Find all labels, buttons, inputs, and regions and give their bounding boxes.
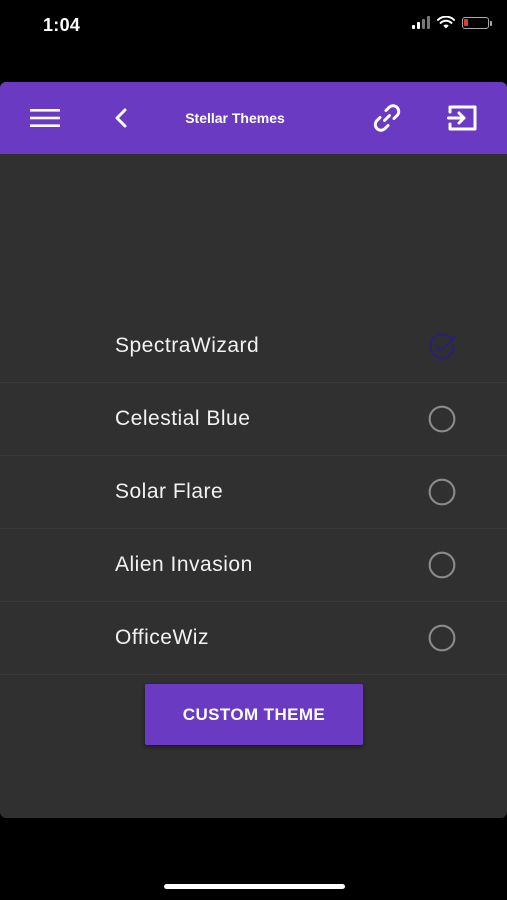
- theme-radio[interactable]: [427, 404, 457, 434]
- cellular-signal-icon: [412, 16, 430, 29]
- exit-icon: [447, 105, 477, 131]
- theme-option-spectrawizard[interactable]: SpectraWizard: [0, 310, 507, 383]
- theme-radio-selected[interactable]: [427, 331, 457, 361]
- home-indicator[interactable]: [164, 884, 345, 889]
- battery-icon: [462, 16, 492, 29]
- theme-option-solar-flare[interactable]: Solar Flare: [0, 456, 507, 529]
- wifi-icon: [437, 16, 455, 29]
- status-time: 1:04: [43, 15, 81, 35]
- radio-unchecked-icon: [428, 478, 456, 506]
- theme-settings-panel: Stellar Themes SpectraWizard Celestial B…: [0, 82, 507, 818]
- check-circle-icon: [429, 333, 456, 360]
- radio-unchecked-icon: [428, 624, 456, 652]
- status-bar: 1:04: [0, 0, 507, 54]
- menu-button[interactable]: [22, 82, 68, 154]
- link-icon: [373, 104, 401, 132]
- chevron-left-icon: [115, 108, 127, 128]
- theme-label: Celestial Blue: [115, 407, 251, 430]
- exit-button[interactable]: [440, 82, 486, 154]
- menu-icon: [30, 109, 60, 127]
- back-button[interactable]: [104, 82, 138, 154]
- battery-level: [464, 18, 468, 26]
- theme-radio[interactable]: [427, 550, 457, 580]
- theme-label: Alien Invasion: [115, 553, 253, 576]
- theme-label: OfficeWiz: [115, 626, 209, 649]
- app-bar: Stellar Themes: [0, 82, 507, 154]
- link-button[interactable]: [364, 82, 410, 154]
- custom-theme-button[interactable]: CUSTOM THEME: [145, 684, 363, 745]
- theme-option-officewiz[interactable]: OfficeWiz: [0, 602, 507, 675]
- radio-unchecked-icon: [428, 405, 456, 433]
- page-title: Stellar Themes: [185, 110, 285, 126]
- theme-label: SpectraWizard: [115, 334, 260, 357]
- theme-radio[interactable]: [427, 623, 457, 653]
- radio-unchecked-icon: [428, 551, 456, 579]
- theme-option-celestial-blue[interactable]: Celestial Blue: [0, 383, 507, 456]
- theme-option-alien-invasion[interactable]: Alien Invasion: [0, 529, 507, 602]
- theme-list: SpectraWizard Celestial Blue Solar Flare: [0, 310, 507, 675]
- theme-radio[interactable]: [427, 477, 457, 507]
- theme-label: Solar Flare: [115, 480, 224, 503]
- status-icons: [412, 16, 492, 29]
